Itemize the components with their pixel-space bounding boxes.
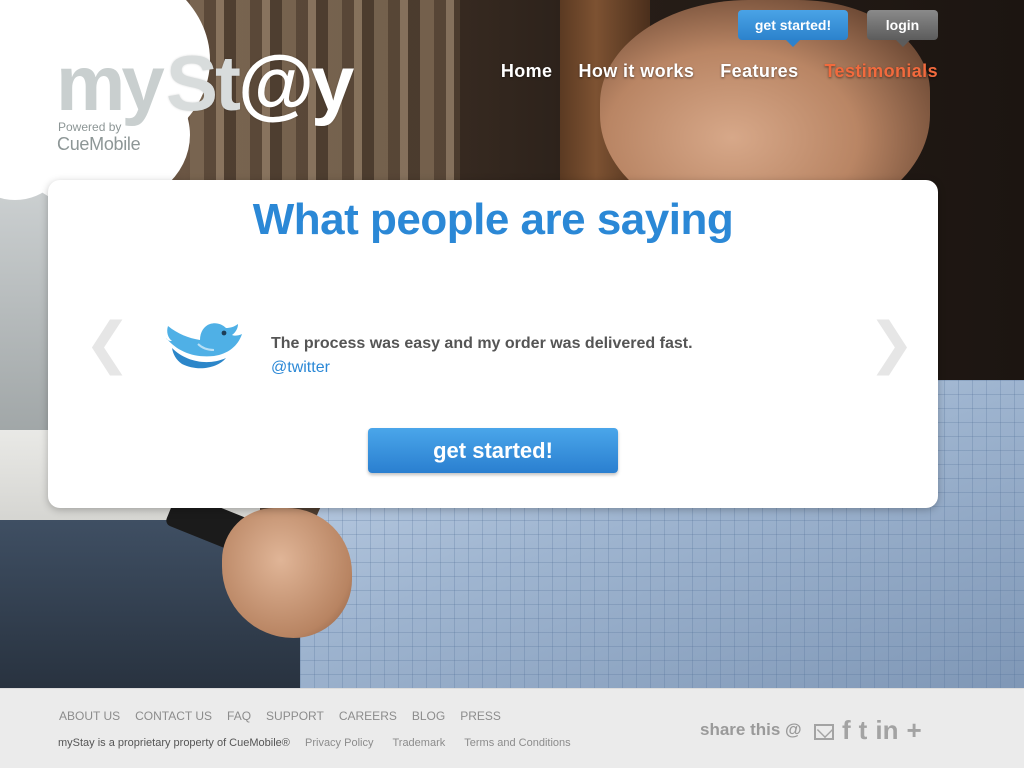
main-nav: Home How it works Features Testimonials (475, 60, 938, 82)
testimonial-handle[interactable]: @twitter (271, 358, 330, 378)
privacy-policy-link[interactable]: Privacy Policy (305, 736, 373, 750)
footer-link-faq[interactable]: FAQ (227, 709, 251, 723)
login-button[interactable]: login (867, 10, 938, 47)
testimonials-title: What people are saying (252, 195, 734, 244)
footer-link-about-us[interactable]: ABOUT US (59, 709, 120, 723)
cuemobile-label: CueMobile (57, 134, 141, 154)
logo-stay-text: St@y (166, 44, 354, 122)
linkedin-icon[interactable]: in (875, 717, 898, 743)
header-get-started-button[interactable]: get started! (738, 10, 848, 47)
get-started-button[interactable]: get started! (368, 428, 618, 473)
footer-link-contact-us[interactable]: CONTACT US (135, 709, 212, 723)
footer: ABOUT US CONTACT US FAQ SUPPORT CAREERS … (0, 688, 1024, 768)
testimonial-quote: The process was easy and my order was de… (271, 335, 693, 352)
footer-link-blog[interactable]: BLOG (412, 709, 445, 723)
footer-link-support[interactable]: SUPPORT (266, 709, 324, 723)
plus-icon[interactable]: + (906, 717, 921, 743)
footer-copyright: myStay is a proprietary property of CueM… (58, 737, 290, 749)
logo-my-text: my (56, 39, 165, 127)
chevron-right-icon[interactable]: ❯ (868, 316, 915, 372)
nav-testimonials[interactable]: Testimonials (825, 60, 939, 82)
logo-stay-s: St (166, 39, 241, 127)
facebook-icon[interactable]: f (842, 717, 851, 743)
share-label: share this @ (700, 720, 802, 739)
logo-stay-rest: @y (238, 39, 354, 127)
twitter-bird-icon (166, 323, 242, 369)
footer-link-careers[interactable]: CAREERS (339, 709, 397, 723)
footer-link-press[interactable]: PRESS (460, 709, 501, 723)
mail-icon[interactable] (814, 724, 834, 740)
nav-how-it-works[interactable]: How it works (578, 60, 694, 82)
terms-link[interactable]: Terms and Conditions (464, 736, 570, 750)
powered-by-label: Powered by (58, 120, 122, 134)
nav-home[interactable]: Home (501, 60, 553, 82)
share-icons: f t in + (814, 717, 930, 743)
trademark-link[interactable]: Trademark (392, 736, 445, 750)
chevron-left-icon[interactable]: ❮ (84, 316, 131, 372)
footer-legal-links: Privacy Policy Trademark Terms and Condi… (305, 736, 590, 750)
twitter-icon[interactable]: t (859, 717, 868, 743)
footer-links: ABOUT US CONTACT US FAQ SUPPORT CAREERS … (59, 709, 516, 723)
nav-features[interactable]: Features (720, 60, 798, 82)
testimonials-panel: What people are saying ❮ The process was… (48, 180, 938, 508)
